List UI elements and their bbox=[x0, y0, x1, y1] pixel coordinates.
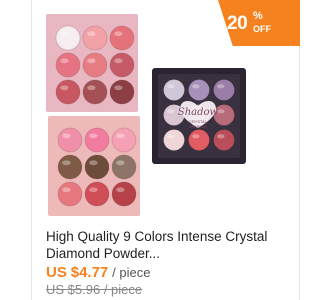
palette-3-pan-shine bbox=[116, 187, 125, 193]
palette-3-pan-shine bbox=[62, 133, 71, 139]
price-value: $4.77 bbox=[70, 264, 109, 281]
palette-2-pan-shine bbox=[167, 84, 175, 89]
palette-1-pan-shine bbox=[87, 58, 96, 64]
palette-3-pan-shine bbox=[89, 160, 98, 166]
product-title-line-2[interactable]: Diamond Powder... bbox=[46, 245, 276, 262]
palette-1-pan bbox=[55, 25, 81, 51]
palette-3-pan bbox=[111, 154, 137, 180]
palette-logo-text: Shadow bbox=[178, 107, 219, 118]
palette-3-pan-shine bbox=[89, 133, 98, 139]
palette-2-pan bbox=[188, 79, 210, 101]
palette-1-pan bbox=[82, 52, 108, 78]
palette-2-pan-shine bbox=[167, 109, 175, 114]
palette-2-pan bbox=[213, 129, 235, 151]
palette-2-pan bbox=[163, 129, 185, 151]
palette-1-pan-shine bbox=[60, 85, 69, 91]
palette-3-pan bbox=[84, 181, 110, 207]
palette-2-pan bbox=[188, 129, 210, 151]
palette-3-pan-shine bbox=[89, 187, 98, 193]
palette-2-pan-shine bbox=[217, 84, 225, 89]
palette-1-pan bbox=[55, 52, 81, 78]
palette-1-pan bbox=[55, 79, 81, 105]
old-price: US $5.96 / piece bbox=[46, 282, 143, 297]
discount-number: 20 bbox=[227, 13, 248, 34]
palette-2-pan bbox=[163, 79, 185, 101]
palette-3-pan-shine bbox=[62, 187, 71, 193]
palette-1-pan bbox=[109, 25, 135, 51]
palette-1-pan-shine bbox=[114, 31, 123, 37]
palette-2-pan-shine bbox=[217, 134, 225, 139]
palette-3-pan-shine bbox=[116, 133, 125, 139]
discount-percent: % bbox=[253, 10, 263, 22]
palette-2-pan-shine bbox=[192, 84, 200, 89]
palette-1-pan-shine bbox=[114, 58, 123, 64]
price-unit: / piece bbox=[112, 265, 151, 280]
palette-3-pan bbox=[57, 154, 83, 180]
price: US $4.77 / piece bbox=[46, 264, 150, 281]
palette-1-pan-shine bbox=[114, 85, 123, 91]
palette-logo-subtext-2: SPARKLE bbox=[189, 124, 207, 129]
palette-3-pan bbox=[57, 181, 83, 207]
product-title-line-1[interactable]: High Quality 9 Colors Intense Crystal bbox=[46, 228, 276, 245]
palette-3-pan-shine bbox=[116, 160, 125, 166]
palette-1-pan-shine bbox=[60, 31, 69, 37]
palette-3-pan bbox=[111, 127, 137, 153]
palette-3-pan-shine bbox=[62, 160, 71, 166]
palette-1-pan-shine bbox=[60, 58, 69, 64]
discount-off-label: OFF bbox=[253, 24, 271, 34]
palette-2: Shadow CRYSTAL SPARKLE bbox=[152, 68, 246, 164]
palette-3-pan bbox=[84, 154, 110, 180]
palette-3-pan bbox=[57, 127, 83, 153]
palette-1 bbox=[46, 14, 138, 112]
palette-2-pan-shine bbox=[192, 134, 200, 139]
palette-1-pan bbox=[109, 52, 135, 78]
price-currency: US bbox=[46, 264, 67, 281]
palette-3 bbox=[48, 116, 140, 216]
palette-2-pan bbox=[213, 79, 235, 101]
product-title[interactable]: High Quality 9 Colors Intense Crystal Di… bbox=[46, 228, 276, 262]
palette-1-pan bbox=[82, 79, 108, 105]
palette-1-pan-shine bbox=[87, 85, 96, 91]
palette-1-pan bbox=[82, 25, 108, 51]
palette-3-pan bbox=[111, 181, 137, 207]
palette-1-pan-shine bbox=[87, 31, 96, 37]
palette-2-pan-shine bbox=[167, 134, 175, 139]
palette-1-pan bbox=[109, 79, 135, 105]
palette-2-pan-shine bbox=[217, 109, 225, 114]
palette-3-pan bbox=[84, 127, 110, 153]
